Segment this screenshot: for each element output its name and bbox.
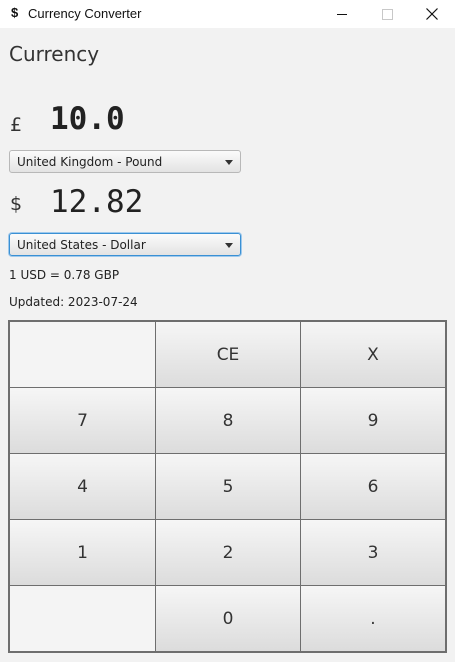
keypad-empty-slot <box>9 585 156 652</box>
keypad: CE X 7 8 9 4 5 6 1 2 3 0 . <box>8 320 447 653</box>
page-title: Currency <box>9 42 100 66</box>
updated-date-text: Updated: 2023-07-24 <box>9 295 138 309</box>
window-title: Currency Converter <box>28 6 142 21</box>
minimize-icon <box>337 13 347 15</box>
to-currency-value: United States - Dollar <box>17 238 146 252</box>
digit-8-button[interactable]: 8 <box>155 387 301 454</box>
chevron-down-icon <box>225 160 233 165</box>
clear-entry-button[interactable]: CE <box>155 321 301 388</box>
from-currency-value: United Kingdom - Pound <box>17 155 163 169</box>
backspace-button[interactable]: X <box>300 321 446 388</box>
minimize-button[interactable] <box>319 0 365 28</box>
digit-0-button[interactable]: 0 <box>155 585 301 652</box>
maximize-button[interactable] <box>364 0 410 28</box>
chevron-down-icon <box>225 243 233 248</box>
to-currency-symbol: $ <box>10 193 23 215</box>
digit-6-button[interactable]: 6 <box>300 453 446 520</box>
digit-7-button[interactable]: 7 <box>9 387 156 454</box>
from-currency-symbol: £ <box>10 114 23 136</box>
close-button[interactable] <box>409 0 455 28</box>
digit-1-button[interactable]: 1 <box>9 519 156 586</box>
exchange-rate-text: 1 USD = 0.78 GBP <box>9 268 120 282</box>
main-content: Currency £ 10.0 United Kingdom - Pound $… <box>0 28 455 662</box>
to-amount-display: 12.82 <box>50 184 144 220</box>
digit-2-button[interactable]: 2 <box>155 519 301 586</box>
to-currency-select[interactable]: United States - Dollar <box>9 233 241 256</box>
digit-3-button[interactable]: 3 <box>300 519 446 586</box>
close-icon <box>426 8 438 20</box>
keypad-empty-slot <box>9 321 156 388</box>
digit-4-button[interactable]: 4 <box>9 453 156 520</box>
title-bar: $ Currency Converter <box>0 0 455 28</box>
dollar-app-icon: $ <box>11 5 19 20</box>
decimal-point-button[interactable]: . <box>300 585 446 652</box>
digit-9-button[interactable]: 9 <box>300 387 446 454</box>
digit-5-button[interactable]: 5 <box>155 453 301 520</box>
from-currency-select[interactable]: United Kingdom - Pound <box>9 150 241 173</box>
maximize-icon <box>381 8 393 20</box>
from-amount-display: 10.0 <box>50 101 125 137</box>
